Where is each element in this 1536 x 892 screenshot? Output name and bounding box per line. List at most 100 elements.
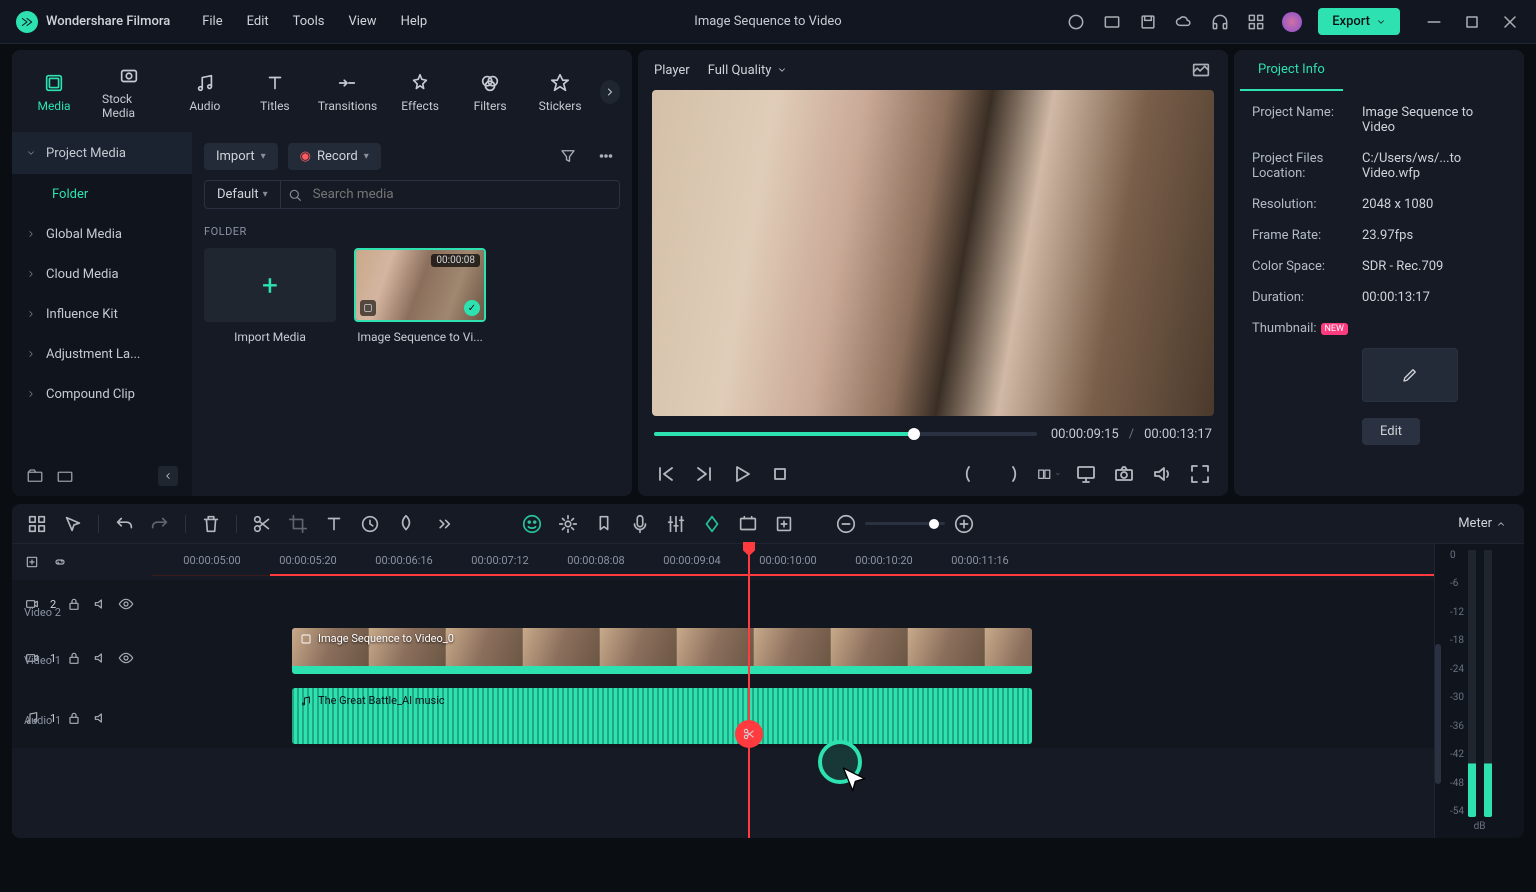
split-tool[interactable] (251, 513, 273, 535)
select-tool[interactable] (62, 513, 84, 535)
ai-tool[interactable] (521, 513, 543, 535)
search-input[interactable] (303, 181, 619, 208)
menu-view[interactable]: View (348, 14, 376, 29)
mixer-tool[interactable] (665, 513, 687, 535)
progress-icon[interactable] (1066, 12, 1086, 32)
add-track-icon[interactable] (24, 554, 40, 570)
filter-icon[interactable] (554, 142, 582, 170)
sort-dropdown[interactable]: Default▾ (205, 181, 281, 208)
collapse-sidebar[interactable] (158, 466, 178, 486)
zoom-slider[interactable] (835, 513, 975, 535)
zoom-out-icon[interactable] (835, 513, 857, 535)
tab-media[interactable]: Media (24, 67, 84, 117)
speed-tool[interactable] (359, 513, 381, 535)
mute-icon[interactable] (92, 650, 108, 666)
headphones-icon[interactable] (1210, 12, 1230, 32)
prev-frame-button[interactable] (654, 462, 678, 486)
tabs-scroll-right[interactable] (600, 80, 620, 104)
sidebar-project-media[interactable]: Project Media (12, 132, 192, 174)
progress-bar[interactable] (654, 432, 1037, 436)
meter-toggle[interactable]: Meter (1458, 516, 1506, 531)
avatar-icon[interactable] (1282, 12, 1302, 32)
sidebar-folder[interactable]: Folder (12, 174, 192, 214)
preview-viewport[interactable] (652, 90, 1214, 416)
sidebar-global-media[interactable]: Global Media (12, 214, 192, 254)
tab-effects[interactable]: Effects (390, 67, 450, 117)
mark-out-button[interactable] (998, 462, 1022, 486)
maximize-button[interactable] (1462, 12, 1482, 32)
lock-icon[interactable] (66, 596, 82, 612)
tab-stock-media[interactable]: Stock Media (94, 60, 165, 124)
cloud-icon[interactable] (1174, 12, 1194, 32)
sidebar-adjustment-layer[interactable]: Adjustment La... (12, 334, 192, 374)
media-clip-card[interactable]: 00:00:08 ✓ Image Sequence to Vi... (354, 248, 486, 344)
color-tool[interactable] (395, 513, 417, 535)
text-tool[interactable] (323, 513, 345, 535)
new-folder-icon[interactable] (26, 467, 44, 485)
quality-dropdown[interactable]: Full Quality (708, 63, 788, 78)
undo-button[interactable] (113, 513, 135, 535)
import-button[interactable]: Import▾ (204, 143, 278, 170)
minimize-button[interactable] (1424, 12, 1444, 32)
visibility-icon[interactable] (118, 650, 134, 666)
menu-tools[interactable]: Tools (293, 14, 325, 29)
link-icon[interactable] (52, 554, 68, 570)
visibility-icon[interactable] (118, 596, 134, 612)
video-clip[interactable]: Image Sequence to Video_0 (292, 628, 1032, 674)
tab-stickers[interactable]: Stickers (530, 67, 590, 117)
mute-icon[interactable] (92, 596, 108, 612)
sidebar-influence-kit[interactable]: Influence Kit (12, 294, 192, 334)
close-button[interactable] (1500, 12, 1520, 32)
timeline-ruler[interactable]: 00:00:05:00 00:00:05:20 00:00:06:16 00:0… (152, 548, 1434, 576)
display-button[interactable] (1074, 462, 1098, 486)
grid-icon[interactable] (26, 513, 48, 535)
render-tool[interactable] (737, 513, 759, 535)
sidebar-cloud-media[interactable]: Cloud Media (12, 254, 192, 294)
menu-edit[interactable]: Edit (247, 14, 269, 29)
tab-titles[interactable]: Titles (245, 67, 305, 117)
snapshot-icon[interactable] (1190, 59, 1212, 81)
lock-icon[interactable] (66, 650, 82, 666)
layout-button[interactable] (1036, 462, 1060, 486)
sidebar-compound-clip[interactable]: Compound Clip (12, 374, 192, 414)
next-frame-button[interactable] (692, 462, 716, 486)
playhead[interactable] (748, 544, 750, 838)
save-icon[interactable] (1138, 12, 1158, 32)
crop-tool[interactable] (287, 513, 309, 535)
fullscreen-button[interactable] (1188, 462, 1212, 486)
import-media-card[interactable]: + Import Media (204, 248, 336, 344)
menu-help[interactable]: Help (401, 14, 428, 29)
delete-button[interactable] (200, 513, 222, 535)
menu-file[interactable]: File (202, 14, 222, 29)
info-tab[interactable]: Project Info (1240, 50, 1343, 91)
scissors-icon[interactable] (735, 720, 763, 748)
more-tools[interactable] (431, 513, 453, 535)
thumbnail-box[interactable] (1362, 348, 1458, 402)
marker-tool[interactable] (593, 513, 615, 535)
camera-button[interactable] (1112, 462, 1136, 486)
mic-tool[interactable] (629, 513, 651, 535)
stop-button[interactable] (768, 462, 792, 486)
audio-clip[interactable]: The Great Battle_AI music (292, 688, 1032, 744)
effects-tool[interactable] (557, 513, 579, 535)
keyframe-tool[interactable] (701, 513, 723, 535)
zoom-in-icon[interactable] (953, 513, 975, 535)
folder-icon[interactable] (56, 467, 74, 485)
volume-button[interactable] (1150, 462, 1174, 486)
apps-icon[interactable] (1246, 12, 1266, 32)
play-button[interactable] (730, 462, 754, 486)
export-button[interactable]: Export (1318, 8, 1400, 35)
add-tool[interactable] (773, 513, 795, 535)
mark-in-button[interactable] (960, 462, 984, 486)
mute-icon[interactable] (92, 710, 108, 726)
more-icon[interactable] (592, 142, 620, 170)
record-button[interactable]: ◉Record▾ (288, 143, 381, 170)
device-icon[interactable] (1102, 12, 1122, 32)
timeline-tracks[interactable]: 00:00:05:00 00:00:05:20 00:00:06:16 00:0… (12, 544, 1434, 838)
redo-button[interactable] (149, 513, 171, 535)
edit-button[interactable]: Edit (1362, 418, 1420, 445)
lock-icon[interactable] (66, 710, 82, 726)
tab-audio[interactable]: Audio (175, 67, 235, 117)
tab-transitions[interactable]: Transitions (315, 67, 380, 117)
tab-filters[interactable]: Filters (460, 67, 520, 117)
